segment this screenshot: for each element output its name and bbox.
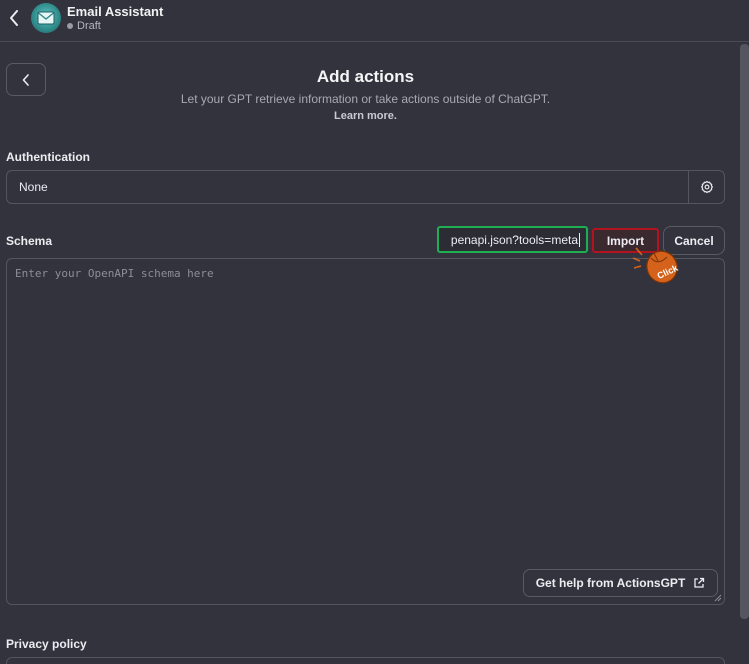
- authentication-field[interactable]: None: [6, 170, 725, 204]
- learn-more-link[interactable]: Learn more.: [0, 110, 731, 122]
- text-caret: [579, 232, 580, 247]
- authentication-label: Authentication: [6, 150, 90, 164]
- gpt-avatar: [31, 3, 61, 33]
- authentication-value: None: [19, 180, 48, 194]
- actionsgpt-help-button[interactable]: Get help from ActionsGPT: [523, 569, 718, 597]
- status-text: Draft: [77, 20, 101, 32]
- schema-placeholder: Enter your OpenAPI schema here: [15, 267, 214, 280]
- schema-label: Schema: [6, 234, 53, 248]
- privacy-policy-input[interactable]: [6, 657, 725, 664]
- import-url-value: penapi.json?tools=meta: [450, 232, 578, 247]
- status-dot-icon: [67, 23, 73, 29]
- resize-grip-icon[interactable]: [714, 594, 722, 602]
- external-link-icon: [694, 577, 705, 588]
- privacy-policy-label: Privacy policy: [6, 637, 87, 651]
- help-button-label: Get help from ActionsGPT: [535, 576, 686, 590]
- gear-icon: [700, 180, 713, 194]
- import-url-input[interactable]: penapi.json?tools=meta: [437, 226, 588, 253]
- top-bar: Email Assistant Draft: [0, 0, 749, 42]
- page-subtitle: Let your GPT retrieve information or tak…: [180, 92, 551, 106]
- page-title: Add actions: [316, 67, 415, 86]
- back-chevron-icon[interactable]: [6, 8, 22, 28]
- gpt-status: Draft: [67, 20, 101, 32]
- gpt-title: Email Assistant: [67, 4, 164, 19]
- scrollbar[interactable]: [740, 44, 749, 619]
- schema-textarea[interactable]: Enter your OpenAPI schema here Get help …: [6, 258, 725, 605]
- authentication-settings-button[interactable]: [688, 171, 724, 203]
- envelope-icon: [37, 11, 55, 25]
- click-cursor-icon: Click: [632, 247, 680, 284]
